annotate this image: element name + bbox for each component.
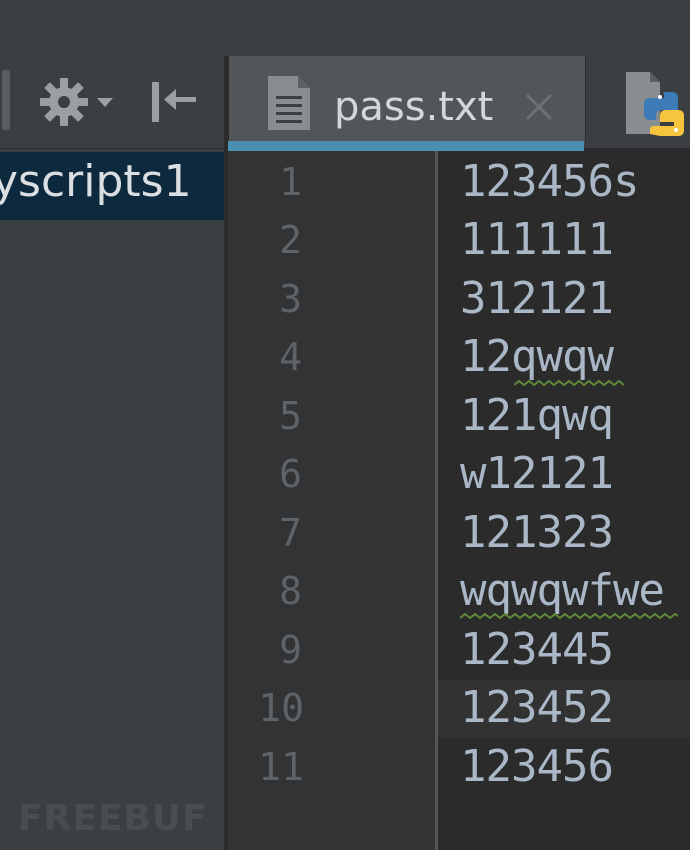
code-line[interactable]: 123456 bbox=[460, 741, 614, 792]
line-number: 3 bbox=[279, 277, 302, 321]
line-number: 4 bbox=[279, 335, 302, 379]
collapse-all-icon[interactable] bbox=[146, 76, 200, 128]
line-number: 11 bbox=[258, 745, 304, 789]
text-file-icon bbox=[268, 76, 310, 130]
tab-label: pass.txt bbox=[334, 84, 494, 130]
code-line[interactable]: 12qwqw bbox=[460, 331, 614, 382]
line-number: 9 bbox=[279, 628, 302, 672]
python-file-icon[interactable] bbox=[624, 70, 690, 136]
code-line[interactable]: 121qwq bbox=[460, 390, 614, 441]
close-icon[interactable] bbox=[524, 92, 554, 122]
ide-window: yscripts1 FREEBUF pass.txt 1 2 3 4 5 6 7… bbox=[0, 0, 690, 850]
project-tree bbox=[0, 149, 226, 850]
line-number: 10 bbox=[258, 686, 304, 730]
line-number: 2 bbox=[279, 218, 302, 262]
code-line[interactable]: 123456s bbox=[460, 156, 639, 207]
gear-icon[interactable] bbox=[38, 76, 90, 128]
code-line[interactable]: 111111 bbox=[460, 214, 614, 265]
code-line[interactable]: 123452 bbox=[460, 682, 614, 733]
line-number: 8 bbox=[279, 569, 302, 613]
code-line[interactable]: w12121 bbox=[460, 448, 614, 499]
line-number: 6 bbox=[279, 452, 302, 496]
chevron-down-icon[interactable] bbox=[94, 90, 116, 112]
tree-item-selected[interactable]: yscripts1 bbox=[0, 152, 224, 220]
code-line[interactable]: 121323 bbox=[460, 507, 614, 558]
line-number: 5 bbox=[279, 394, 302, 438]
code-line[interactable]: wqwqwfwe bbox=[460, 565, 665, 616]
toolbar-separator bbox=[2, 70, 10, 130]
code-line[interactable]: 312121 bbox=[460, 273, 614, 324]
active-tab-indicator bbox=[228, 141, 584, 151]
tree-item-label: yscripts1 bbox=[0, 156, 192, 207]
watermark: FREEBUF bbox=[18, 798, 208, 839]
line-number: 7 bbox=[279, 511, 302, 555]
spell-warning-underline bbox=[460, 613, 678, 620]
top-toolbar bbox=[0, 0, 690, 56]
spell-warning-underline bbox=[514, 380, 624, 387]
code-line[interactable]: 123445 bbox=[460, 624, 614, 675]
line-number: 1 bbox=[279, 160, 302, 204]
